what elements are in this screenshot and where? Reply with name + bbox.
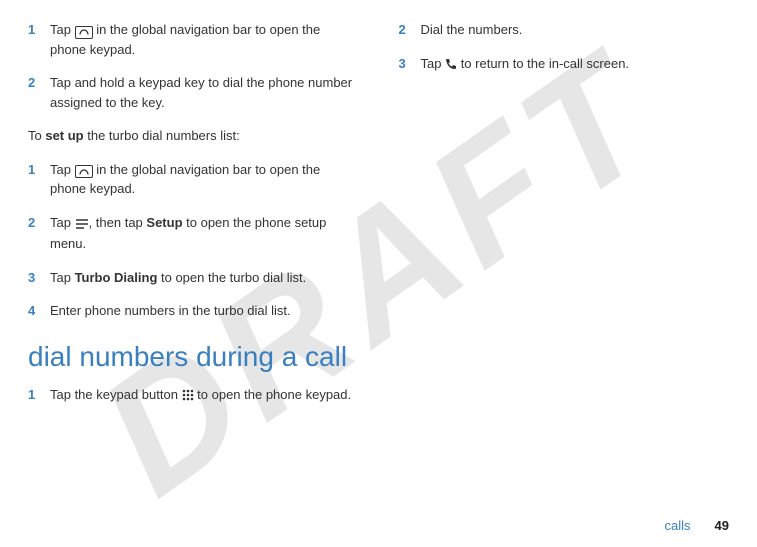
text-part: , then tap <box>89 215 147 230</box>
step-number: 2 <box>28 73 50 112</box>
setup-intro: To set up the turbo dial numbers list: <box>28 126 359 146</box>
turbo-setup-step-1: 1 Tap in the global navigation bar to op… <box>28 160 359 199</box>
text-part: Tap <box>50 215 75 230</box>
step-text: Tap and hold a keypad key to dial the ph… <box>50 73 359 112</box>
setup-label: Setup <box>146 215 182 230</box>
dial-call-step-2: 2 Dial the numbers. <box>399 20 730 40</box>
text-part: Tap <box>421 56 446 71</box>
step-number: 4 <box>28 301 50 321</box>
text-part: the turbo dial numbers list: <box>84 128 240 143</box>
step-text: Tap , then tap Setup to open the phone s… <box>50 213 359 254</box>
section-heading-dial-during-call: dial numbers during a call <box>28 341 359 373</box>
right-column: 2 Dial the numbers. 3 Tap to return to t… <box>399 20 730 420</box>
text-part: to open the turbo dial list. <box>157 270 306 285</box>
step-number: 1 <box>28 385 50 407</box>
step-text: Tap in the global navigation bar to open… <box>50 160 359 199</box>
text-part: Tap <box>50 162 75 177</box>
step-text: Tap the keypad button to open the phone … <box>50 385 359 407</box>
text-part: Tap the keypad button <box>50 387 182 402</box>
left-column: 1 Tap in the global navigation bar to op… <box>28 20 359 420</box>
step-number: 2 <box>399 20 421 40</box>
turbo-setup-step-2: 2 Tap , then tap Setup to open the phone… <box>28 213 359 254</box>
handset-icon <box>445 56 457 76</box>
turbo-dialing-label: Turbo Dialing <box>75 270 158 285</box>
step-text: Enter phone numbers in the turbo dial li… <box>50 301 359 321</box>
content-columns: 1 Tap in the global navigation bar to op… <box>28 20 729 420</box>
setup-bold: set up <box>45 128 83 143</box>
text-part: Tap <box>50 270 75 285</box>
footer-section: calls <box>665 518 691 533</box>
dial-call-step-1: 1 Tap the keypad button to open the phon… <box>28 385 359 407</box>
text-part: To <box>28 128 45 143</box>
step-number: 3 <box>28 268 50 288</box>
text-part: Tap <box>50 22 75 37</box>
keypad-icon <box>182 387 194 407</box>
step-text: Tap Turbo Dialing to open the turbo dial… <box>50 268 359 288</box>
text-part: to return to the in-call screen. <box>457 56 629 71</box>
footer-page-number: 49 <box>715 518 729 533</box>
menu-icon <box>75 215 89 235</box>
step-number: 1 <box>28 20 50 59</box>
turbo-use-step-1: 1 Tap in the global navigation bar to op… <box>28 20 359 59</box>
step-text: Tap to return to the in-call screen. <box>421 54 730 76</box>
turbo-setup-step-3: 3 Tap Turbo Dialing to open the turbo di… <box>28 268 359 288</box>
turbo-use-step-2: 2 Tap and hold a keypad key to dial the … <box>28 73 359 112</box>
step-number: 3 <box>399 54 421 76</box>
step-number: 2 <box>28 213 50 254</box>
page-footer: calls 49 <box>665 518 729 533</box>
step-number: 1 <box>28 160 50 199</box>
nav-phone-icon <box>75 26 93 39</box>
step-text: Tap in the global navigation bar to open… <box>50 20 359 59</box>
dial-call-step-3: 3 Tap to return to the in-call screen. <box>399 54 730 76</box>
step-text: Dial the numbers. <box>421 20 730 40</box>
turbo-setup-step-4: 4 Enter phone numbers in the turbo dial … <box>28 301 359 321</box>
text-part: to open the phone keypad. <box>194 387 352 402</box>
nav-phone-icon <box>75 165 93 178</box>
